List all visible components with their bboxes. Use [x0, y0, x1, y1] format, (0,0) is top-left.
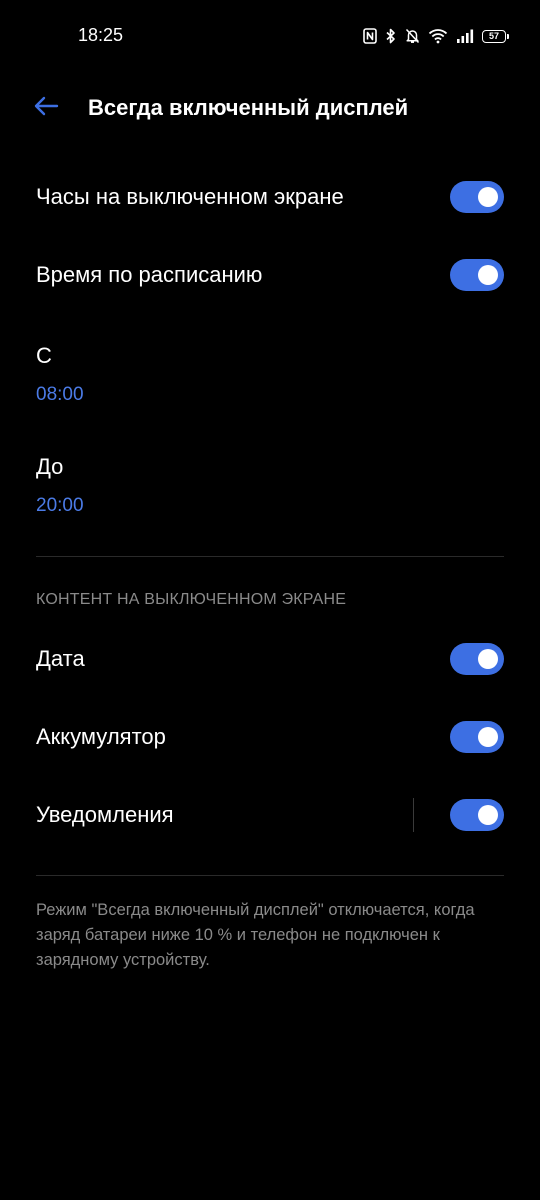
status-bar: 18:25 57 — [0, 0, 540, 72]
date-row[interactable]: Дата — [36, 629, 504, 689]
battery-toggle[interactable] — [450, 721, 504, 753]
vertical-separator — [413, 798, 414, 832]
arrow-left-icon — [33, 96, 59, 121]
toggle-knob — [478, 805, 498, 825]
clock-off-screen-label: Часы на выключенном экране — [36, 184, 344, 209]
date-label: Дата — [36, 646, 85, 671]
notifications-toggle[interactable] — [450, 799, 504, 831]
battery-icon: 57 — [482, 29, 509, 43]
scheduled-time-row[interactable]: Время по расписанию — [36, 245, 504, 305]
signal-icon — [456, 28, 474, 44]
clock-off-screen-toggle[interactable] — [450, 181, 504, 213]
status-icons: 57 — [363, 24, 509, 48]
toggle-knob — [478, 727, 498, 747]
to-label: До — [36, 454, 64, 479]
from-time-setting[interactable]: С 08:00 — [36, 343, 504, 433]
scheduled-time-toggle[interactable] — [450, 259, 504, 291]
scheduled-time-label: Время по расписанию — [36, 262, 263, 287]
bluetooth-icon — [385, 28, 397, 44]
divider — [36, 556, 504, 557]
back-button[interactable] — [28, 90, 64, 126]
to-time-value: 20:00 — [36, 495, 84, 516]
date-toggle[interactable] — [450, 643, 504, 675]
to-time-setting[interactable]: До 20:00 — [36, 454, 504, 544]
divider — [36, 875, 504, 876]
app-header: Всегда включенный дисплей — [0, 78, 540, 138]
mute-icon — [405, 28, 420, 44]
notifications-row[interactable]: Уведомления — [36, 785, 504, 845]
footnote-text: Режим "Всегда включенный дисплей" отключ… — [36, 901, 475, 969]
page-title: Всегда включенный дисплей — [88, 95, 409, 120]
toggle-knob — [478, 649, 498, 669]
section-header: КОНТЕНТ НА ВЫКЛЮЧЕННОМ ЭКРАНЕ — [36, 591, 347, 608]
battery-row[interactable]: Аккумулятор — [36, 707, 504, 767]
battery-label: Аккумулятор — [36, 724, 166, 749]
wifi-icon — [428, 28, 448, 44]
status-time: 18:25 — [78, 25, 124, 45]
notifications-label: Уведомления — [36, 802, 174, 827]
nfc-icon — [363, 28, 377, 44]
from-label: С — [36, 343, 52, 368]
toggle-knob — [478, 187, 498, 207]
clock-off-screen-row[interactable]: Часы на выключенном экране — [36, 167, 504, 227]
from-time-value: 08:00 — [36, 384, 84, 405]
toggle-knob — [478, 265, 498, 285]
